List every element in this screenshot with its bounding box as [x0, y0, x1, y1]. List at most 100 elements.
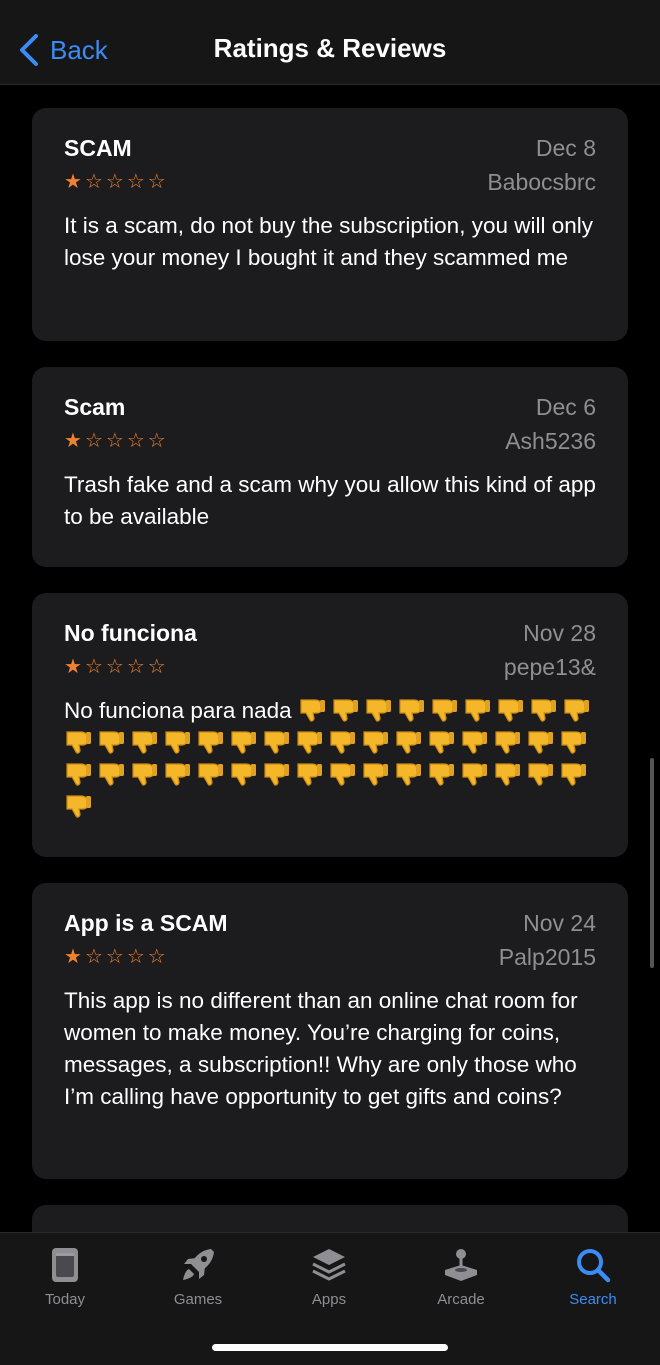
today-icon: [52, 1248, 78, 1282]
reviews-list[interactable]: SCAM Dec 8 ★ ☆ ☆ ☆ ☆ Babocsbrc It is a s…: [0, 85, 660, 1232]
thumbs-down-icon: [165, 731, 190, 754]
thumbs-down-icon: [528, 763, 553, 786]
thumbs-down-icon: [396, 731, 421, 754]
thumbs-down-icon: [462, 763, 487, 786]
scrollbar[interactable]: [650, 758, 654, 968]
review-date: Nov 28: [523, 620, 596, 646]
thumbs-down-icon: [99, 731, 124, 754]
thumbs-down-icon: [333, 699, 358, 722]
thumbs-down-icon: [363, 763, 388, 786]
star-empty-icon: ☆: [84, 430, 103, 452]
tab-label: Arcade: [437, 1291, 485, 1308]
star-empty-icon: ☆: [126, 171, 145, 193]
tab-label: Games: [173, 1291, 223, 1308]
home-indicator[interactable]: [212, 1344, 448, 1351]
star-empty-icon: ☆: [105, 430, 124, 452]
thumbs-down-icon: [561, 731, 586, 754]
thumbs-down-icon: [165, 763, 190, 786]
thumbs-down-icon: [396, 763, 421, 786]
review-card[interactable]: SCAM Dec 8 ★ ☆ ☆ ☆ ☆ Babocsbrc It is a s…: [32, 108, 628, 341]
thumbs-down-icon: [531, 699, 556, 722]
star-empty-icon: ☆: [105, 946, 124, 968]
star-empty-icon: ☆: [147, 171, 166, 193]
thumbs-down-icon: [297, 731, 322, 754]
thumbs-down-icon: [561, 763, 586, 786]
review-date: Dec 6: [535, 394, 596, 420]
navigation-bar: Back Ratings & Reviews: [0, 0, 660, 85]
search-icon: [577, 1249, 611, 1283]
thumbs-down-icon: [66, 763, 91, 786]
thumbs-down-icon: [264, 763, 289, 786]
rocket-icon: [183, 1249, 214, 1280]
review-title: App is a SCAM: [64, 910, 228, 936]
thumbs-down-icon: [264, 731, 289, 754]
thumbs-down-icon: [429, 731, 454, 754]
star-filled-icon: ★: [64, 430, 82, 452]
star-empty-icon: ☆: [105, 656, 124, 678]
star-empty-icon: ☆: [84, 946, 103, 968]
review-date: Dec 8: [535, 135, 596, 161]
star-empty-icon: ☆: [147, 656, 166, 678]
thumbs-down-icon: [231, 763, 256, 786]
star-empty-icon: ☆: [147, 946, 166, 968]
star-filled-icon: ★: [64, 656, 82, 678]
thumbs-down-icon: [432, 699, 457, 722]
star-empty-icon: ☆: [126, 656, 145, 678]
review-card[interactable]: [32, 1205, 628, 1232]
thumbs-down-icon: [66, 795, 91, 818]
review-author: Ash5236: [505, 428, 596, 454]
thumbs-down-icon: [462, 731, 487, 754]
tab-search[interactable]: Search: [538, 1245, 648, 1308]
thumbs-down-icon: [429, 763, 454, 786]
review-body: It is a scam, do not buy the subscriptio…: [64, 213, 594, 270]
review-title: No funciona: [64, 620, 197, 646]
thumbs-down-icon: [399, 699, 424, 722]
star-empty-icon: ☆: [126, 430, 145, 452]
review-date: Nov 24: [523, 910, 596, 936]
review-body: This app is no different than an online …: [64, 988, 578, 1109]
review-author: Babocsbrc: [487, 169, 596, 195]
thumbs-down-icon: [366, 699, 391, 722]
thumbs-down-icon: [330, 763, 355, 786]
star-empty-icon: ☆: [147, 430, 166, 452]
star-empty-icon: ☆: [126, 946, 145, 968]
review-card[interactable]: No funciona Nov 28 ★ ☆ ☆ ☆ ☆ pepe13& No …: [32, 593, 628, 857]
thumbs-down-icon: [66, 731, 91, 754]
thumbs-down-icon: [198, 763, 223, 786]
thumbs-down-icon: [231, 731, 256, 754]
star-rating: ★ ☆ ☆ ☆ ☆: [64, 946, 166, 968]
star-filled-icon: ★: [64, 171, 82, 193]
thumbs-down-icon: [99, 763, 124, 786]
review-author: pepe13&: [503, 654, 596, 680]
tab-arcade[interactable]: Arcade: [406, 1245, 516, 1308]
layers-icon: [312, 1249, 346, 1281]
review-title: SCAM: [64, 135, 132, 161]
joystick-icon: [445, 1249, 477, 1281]
thumbs-down-icon: [300, 699, 325, 722]
thumbs-down-icon: [330, 731, 355, 754]
thumbs-down-icon: [363, 731, 388, 754]
star-rating: ★ ☆ ☆ ☆ ☆: [64, 430, 166, 452]
thumbs-down-icon: [528, 731, 553, 754]
tab-label: Apps: [311, 1291, 347, 1308]
star-empty-icon: ☆: [84, 171, 103, 193]
tab-apps[interactable]: Apps: [274, 1245, 384, 1308]
star-empty-icon: ☆: [105, 171, 124, 193]
thumbs-down-icon: [132, 731, 157, 754]
star-rating: ★ ☆ ☆ ☆ ☆: [64, 656, 166, 678]
page-title: Ratings & Reviews: [213, 33, 447, 63]
thumbs-down-icon: [465, 699, 490, 722]
thumbs-down-icon: [495, 731, 520, 754]
review-card[interactable]: App is a SCAM Nov 24 ★ ☆ ☆ ☆ ☆ Palp2015 …: [32, 883, 628, 1179]
thumbs-down-icon: [132, 763, 157, 786]
thumbs-down-icon: [564, 699, 589, 722]
review-card[interactable]: Scam Dec 6 ★ ☆ ☆ ☆ ☆ Ash5236 Trash fake …: [32, 367, 628, 567]
tab-games[interactable]: Games: [143, 1245, 253, 1308]
review-body: Trash fake and a scam why you allow this…: [64, 472, 596, 529]
review-body-text: No funciona para nada: [64, 698, 292, 723]
star-empty-icon: ☆: [84, 656, 103, 678]
tab-label: Today: [44, 1291, 86, 1308]
tab-label: Search: [569, 1291, 617, 1308]
thumbs-down-icon: [498, 699, 523, 722]
tab-today[interactable]: Today: [10, 1245, 120, 1308]
